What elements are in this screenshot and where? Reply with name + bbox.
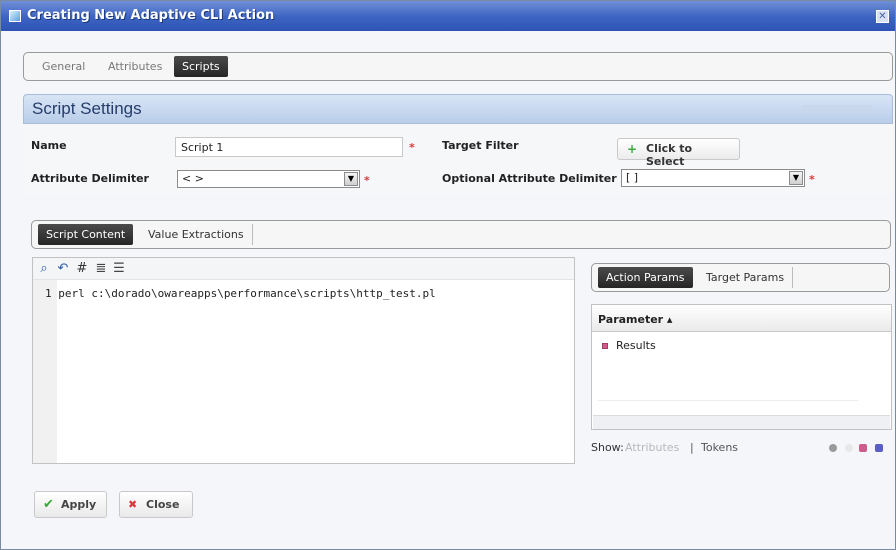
undo-icon[interactable]: ↶ (55, 261, 71, 277)
top-tab-bar: General Attributes Scripts (23, 52, 893, 81)
show-tokens-link[interactable]: Tokens (701, 441, 738, 454)
close-label: Close (146, 498, 180, 511)
tab-target-params[interactable]: Target Params (698, 267, 794, 288)
parameter-column-header[interactable]: Parameter ▴ (592, 305, 891, 332)
reindent-icon[interactable]: ☰ (111, 261, 127, 277)
content-tab-bar: Script Content Value Extractions (31, 220, 891, 249)
close-icon: ✖ (128, 498, 138, 511)
tab-general[interactable]: General (34, 56, 93, 77)
apply-label: Apply (61, 498, 97, 511)
optional-attribute-delimiter-value: [ ] (626, 171, 639, 184)
separator: | (690, 441, 694, 454)
show-label: Show: (591, 441, 624, 454)
required-icon: ⁎ (364, 171, 370, 184)
attribute-delimiter-label: Attribute Delimiter (31, 172, 149, 185)
chevron-down-icon[interactable]: ▼ (789, 171, 803, 185)
optional-attribute-delimiter-select[interactable]: [ ] ▼ (621, 169, 805, 187)
tab-value-extractions[interactable]: Value Extractions (140, 224, 253, 245)
tab-script-content[interactable]: Script Content (38, 224, 134, 245)
list-item-label: Results (616, 339, 656, 352)
script-settings-form: Name ⁎ Attribute Delimiter < > ▼ ⁎ Targe… (23, 124, 893, 196)
title-bar[interactable]: Creating New Adaptive CLI Action ✕ (1, 1, 895, 31)
line-numbers-icon[interactable]: # (74, 261, 90, 277)
blue-square-icon[interactable] (875, 444, 883, 452)
window-title: Creating New Adaptive CLI Action (27, 8, 275, 23)
app-icon (9, 10, 21, 22)
divider (598, 400, 858, 401)
params-tab-bar: Action Params Target Params (591, 263, 890, 292)
search-icon[interactable]: ⌕ (36, 261, 52, 277)
close-window-icon[interactable]: ✕ (876, 10, 889, 23)
editor-toolbar: ⌕ ↶ # ≣ ☰ (33, 258, 574, 280)
add-icon: + (627, 142, 638, 156)
show-attributes-link[interactable]: Attributes (625, 441, 679, 454)
pink-square-icon[interactable] (859, 444, 867, 452)
section-title: Script Settings (32, 99, 142, 118)
script-editor[interactable]: ⌕ ↶ # ≣ ☰ 1 perl c:\dorado\owareapps\per… (32, 257, 575, 464)
result-icon (602, 343, 608, 349)
name-label: Name (31, 139, 67, 152)
attribute-delimiter-value: < > (182, 172, 204, 185)
code-line[interactable]: 1 perl c:\dorado\owareapps\performance\s… (45, 287, 436, 300)
apply-button[interactable]: ✔ Apply (34, 491, 107, 518)
circle-icon[interactable] (845, 444, 853, 452)
select-all-icon[interactable]: ≣ (93, 261, 109, 277)
click-to-select-label: Click to Select (646, 142, 693, 168)
click-to-select-button[interactable]: + Click to Select (617, 138, 740, 168)
chevron-down-icon[interactable]: ▼ (344, 172, 358, 186)
tab-action-params[interactable]: Action Params (598, 267, 693, 288)
check-icon: ✔ (43, 497, 54, 512)
tab-attributes[interactable]: Attributes (100, 56, 170, 77)
required-icon: ⁎ (809, 170, 815, 183)
required-icon: ⁎ (409, 138, 415, 151)
name-input[interactable] (175, 137, 403, 157)
close-button[interactable]: ✖ Close (119, 491, 193, 518)
attribute-delimiter-select[interactable]: < > ▼ (177, 170, 360, 188)
optional-attribute-delimiter-label: Optional Attribute Delimiter (442, 172, 617, 185)
horizontal-scrollbar[interactable] (593, 415, 890, 429)
script-settings-header: Script Settings (23, 94, 893, 124)
parameter-grid: Parameter ▴ Results (591, 304, 892, 430)
code-text: perl c:\dorado\owareapps\performance\scr… (58, 287, 436, 300)
gear-icon[interactable] (829, 444, 837, 452)
show-filter: Show: Attributes | Tokens (591, 441, 891, 457)
line-number: 1 (45, 287, 52, 300)
header-decoration (802, 105, 872, 111)
line-gutter (33, 280, 57, 463)
dialog-window: Creating New Adaptive CLI Action ✕ Gener… (0, 0, 896, 550)
tab-scripts[interactable]: Scripts (174, 56, 228, 77)
target-filter-label: Target Filter (442, 139, 519, 152)
list-item[interactable]: Results (592, 333, 891, 357)
